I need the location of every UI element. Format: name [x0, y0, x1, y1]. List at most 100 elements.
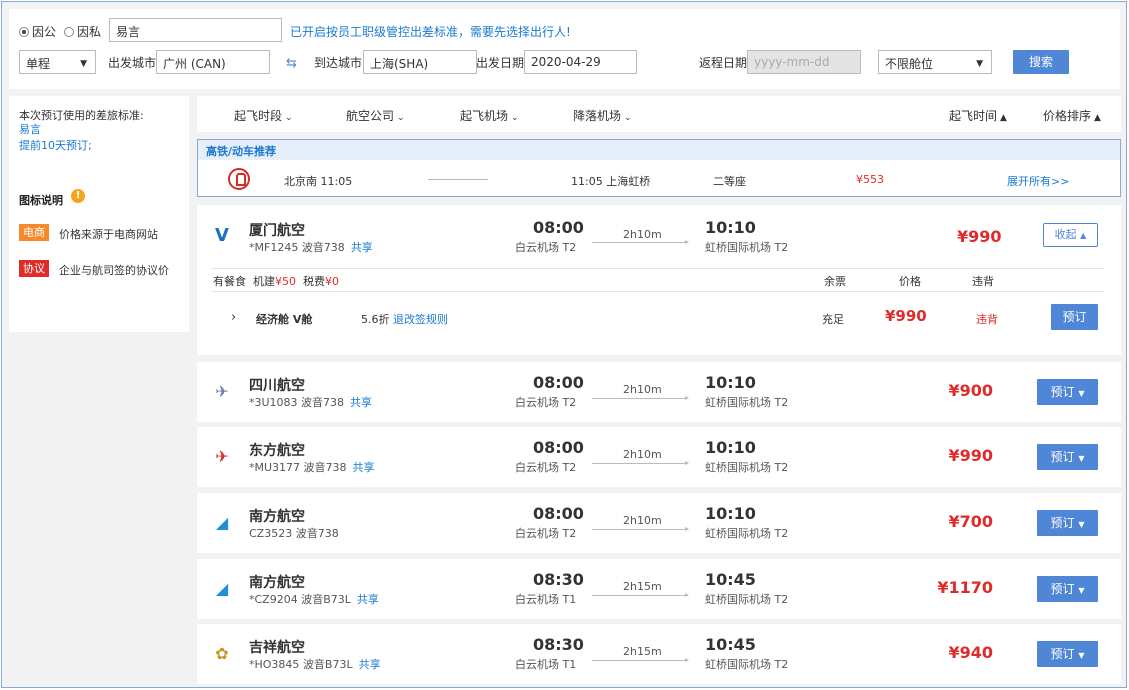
chevron-down-icon: ⌄: [511, 113, 519, 123]
chevron-down-icon: ▼: [1078, 586, 1085, 595]
col-violation: 违背: [972, 275, 994, 288]
airline-name: 吉祥航空: [249, 640, 305, 656]
rail-price: ¥553: [856, 173, 884, 186]
depart-airport: 白云机场 T2: [515, 461, 577, 474]
divider: [211, 291, 1105, 292]
app-frame: 因公 因私 易言 已开启按员工职级管控出差标准，需要先选择出行人! 单程 ▼ 出发…: [1, 1, 1127, 688]
legend-title: 图标说明: [19, 194, 63, 207]
depart-time: 08:30: [533, 635, 584, 654]
depart-time: 08:00: [533, 373, 584, 392]
flight-card[interactable]: ◢ 南方航空 *CZ9204 波音B73L 共享 08:30 白云机场 T1 2h15m 10…: [197, 559, 1121, 619]
arrive-city-label: 到达城市: [314, 56, 363, 70]
filter-depart-airport[interactable]: 起飞机场 ⌄: [460, 107, 519, 124]
shared-flight-link[interactable]: 共享: [350, 396, 372, 409]
chevron-right-icon[interactable]: ›: [231, 310, 236, 325]
col-price: 价格: [899, 275, 921, 288]
flight-duration: 2h10m: [623, 514, 662, 527]
airline-name: 四川航空: [249, 378, 305, 394]
refund-rules-link[interactable]: 退改签规则: [393, 313, 448, 326]
fee-info: 有餐食 机建¥50 税费¥0: [213, 275, 339, 288]
depart-airport: 白云机场 T2: [515, 527, 577, 540]
swap-cities-icon[interactable]: ⇆: [286, 56, 297, 71]
flight-duration: 2h10m: [623, 448, 662, 461]
shared-flight-link[interactable]: 共享: [359, 658, 381, 671]
flight-card[interactable]: ◢ 南方航空 CZ3523 波音738 08:00 白云机场 T2 2h10m 10:10 虹…: [197, 493, 1121, 553]
shared-flight-link[interactable]: 共享: [353, 461, 375, 474]
dropdown-arrow-icon: ▼: [976, 59, 983, 69]
depart-time: 08:00: [533, 438, 584, 457]
arrive-airport: 虹桥国际机场 T2: [705, 396, 789, 409]
duration-arrow: [592, 593, 689, 597]
duration-arrow: [592, 396, 689, 400]
duration-arrow: [592, 658, 689, 662]
trip-private-radio[interactable]: 因私: [64, 23, 101, 40]
chevron-down-icon: ⌄: [624, 113, 632, 123]
depart-city-label: 出发城市: [108, 56, 157, 70]
filter-depart-period[interactable]: 起飞时段 ⌄: [234, 107, 293, 124]
chevron-up-icon: ▲: [1080, 231, 1087, 240]
depart-city-input[interactable]: 广州 (CAN): [156, 50, 270, 74]
airline-logo-icon: ✈: [215, 447, 229, 466]
flight-info: *CZ9204 波音B73L 共享: [249, 593, 379, 606]
rail-seat: 二等座: [713, 175, 746, 188]
flight-price: ¥990: [948, 446, 993, 465]
duration-arrow: [592, 461, 689, 465]
cabin-price: ¥990: [885, 307, 927, 325]
trip-public-radio[interactable]: 因公: [19, 23, 56, 40]
arrive-city-input[interactable]: 上海(SHA): [363, 50, 477, 74]
airline-name: 南方航空: [249, 509, 305, 525]
cabin-class: 经济舱 V舱: [256, 313, 313, 326]
train-icon: [228, 168, 250, 190]
collapse-button[interactable]: 收起 ▲: [1043, 223, 1098, 247]
sort-up-icon: ▲: [1094, 113, 1101, 123]
filter-airline[interactable]: 航空公司 ⌄: [346, 107, 405, 124]
airline-logo-icon: ✿: [215, 644, 229, 663]
flight-info: *HO3845 波音B73L 共享: [249, 658, 381, 671]
filter-arrive-airport[interactable]: 降落机场 ⌄: [573, 107, 632, 124]
rail-header: 高铁/动车推荐: [198, 140, 1120, 160]
legend-desc-agreement: 企业与航司签的协议价: [59, 264, 169, 277]
flight-card[interactable]: ✈ 东方航空 *MU3177 波音738 共享 08:00 白云机场 T2 2h10m 10:…: [197, 427, 1121, 487]
arrive-airport: 虹桥国际机场 T2: [705, 241, 789, 254]
chevron-down-icon: ⌄: [397, 113, 405, 123]
travel-standard-person[interactable]: 易言: [19, 121, 41, 137]
duration-arrow: [592, 527, 689, 531]
trip-type-select[interactable]: 单程 ▼: [19, 50, 96, 74]
flight-card-expanded: V 厦门航空 *MF1245 波音738 共享 08:00 白云机场 T2 2h1…: [197, 205, 1121, 355]
flight-duration: 2h15m: [623, 645, 662, 658]
book-button[interactable]: 预订 ▼: [1037, 379, 1098, 405]
flight-card[interactable]: ✈ 四川航空 *3U1083 波音738 共享 08:00 白云机场 T2 2h10m 10:…: [197, 362, 1121, 422]
dropdown-arrow-icon: ▼: [80, 59, 87, 69]
depart-time: 08:00: [533, 504, 584, 523]
depart-date-input[interactable]: 2020-04-29: [524, 50, 637, 74]
sort-depart-time[interactable]: 起飞时间 ▲: [949, 107, 1007, 124]
rail-expand-link[interactable]: 展开所有>>: [1007, 173, 1069, 189]
flight-card[interactable]: ✿ 吉祥航空 *HO3845 波音B73L 共享 08:30 白云机场 T1 2h15m 10…: [197, 624, 1121, 684]
cabin-select[interactable]: 不限舱位 ▼: [878, 50, 992, 74]
return-date-input[interactable]: yyyy-mm-dd: [747, 50, 861, 74]
search-button[interactable]: 搜索: [1013, 50, 1069, 74]
travel-standard-rule[interactable]: 提前10天预订;: [19, 137, 92, 153]
flight-info: *MU3177 波音738 共享: [249, 461, 375, 474]
book-button[interactable]: 预订 ▼: [1037, 444, 1098, 470]
flight-price: ¥990: [957, 227, 1002, 246]
traveler-input[interactable]: 易言: [109, 18, 282, 42]
rail-from: 北京南 11:05: [284, 175, 353, 188]
book-button[interactable]: 预订 ▼: [1037, 576, 1098, 602]
flight-duration: 2h15m: [623, 580, 662, 593]
discount-info: 5.6折 退改签规则: [361, 313, 448, 326]
arrive-airport: 虹桥国际机场 T2: [705, 593, 789, 606]
duration-arrow: [592, 240, 689, 244]
arrive-time: 10:10: [705, 218, 756, 237]
book-button[interactable]: 预订 ▼: [1037, 510, 1098, 536]
arrive-time: 10:45: [705, 635, 756, 654]
book-button[interactable]: 预订 ▼: [1037, 641, 1098, 667]
shared-flight-link[interactable]: 共享: [357, 593, 379, 606]
airline-logo-icon: V: [215, 225, 229, 246]
sort-price[interactable]: 价格排序 ▲: [1043, 107, 1101, 124]
flight-price: ¥900: [948, 381, 993, 400]
book-cabin-button[interactable]: 预订: [1051, 304, 1098, 330]
return-date-label: 返程日期: [699, 56, 748, 70]
arrive-time: 10:45: [705, 570, 756, 589]
flight-price: ¥1170: [937, 578, 993, 597]
